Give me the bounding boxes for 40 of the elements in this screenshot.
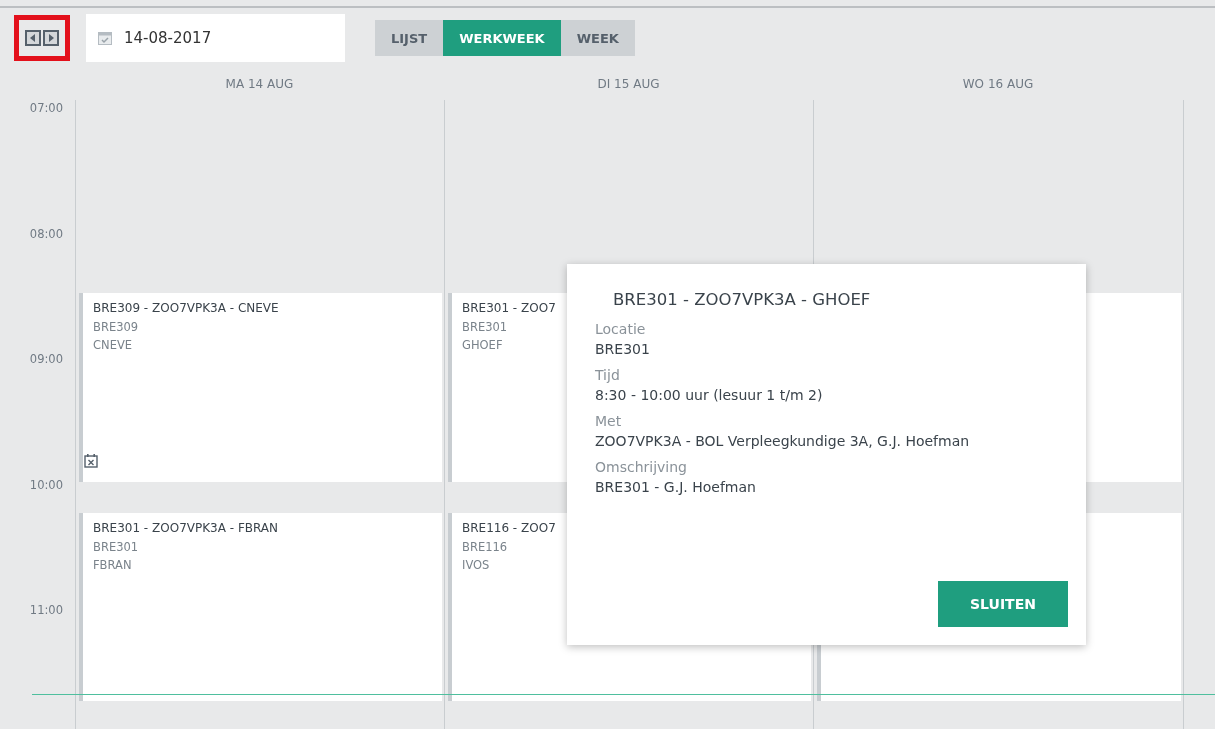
field-label: Omschrijving xyxy=(595,459,688,475)
field-value: 8:30 - 10:00 uur (lesuur 1 t/m 2) xyxy=(595,387,824,403)
day-header: DI 15 AUG xyxy=(596,77,661,91)
date-value: 14-08-2017 xyxy=(124,29,212,47)
hour-label: 09:00 xyxy=(29,352,63,366)
previous-button[interactable] xyxy=(25,30,41,46)
calendar-icon xyxy=(98,31,112,45)
hour-label: 08:00 xyxy=(29,226,63,241)
hour-label: 11:00 xyxy=(29,603,63,617)
event-detail: BRE301 xyxy=(93,538,139,556)
event-detail: FBRAN xyxy=(93,556,132,574)
field-label: Locatie xyxy=(595,321,647,337)
event-title: BRE116 - ZOO7 xyxy=(462,520,557,535)
day-header: WO 16 AUG xyxy=(961,77,1035,91)
event-card[interactable]: BRE301 - ZOO7VPK3A - FBRAN BRE301 FBRAN xyxy=(79,512,442,702)
field-value: ZOO7VPK3A - BOL Verpleegkundige 3A, G.J. Hoefman xyxy=(595,433,971,449)
event-title: BRE301 - ZOO7VPK3A - FBRAN xyxy=(93,520,280,535)
triangle-icon xyxy=(29,34,37,42)
event-detail: BRE301 xyxy=(462,319,508,337)
next-button[interactable] xyxy=(43,30,59,46)
field-value: BRE301 - G.J. Hoefman xyxy=(595,479,757,495)
hour-label: 07:00 xyxy=(29,101,63,115)
field-value: BRE301 xyxy=(595,341,651,357)
field-label: Tijd xyxy=(595,367,621,383)
close-button[interactable]: SLUITEN xyxy=(938,581,1068,627)
hour-label: 10:00 xyxy=(29,477,63,492)
event-detail: CNEVE xyxy=(93,337,133,355)
view-tab[interactable]: WERKWEEK xyxy=(443,20,561,56)
field-label: Met xyxy=(595,413,623,429)
date-field[interactable]: 14-08-2017 xyxy=(86,14,345,62)
event-card[interactable]: BRE309 - ZOO7VPK3A - CNEVE BRE309 CNEVE xyxy=(79,293,442,482)
event-detail: BRE116 xyxy=(462,538,508,556)
event-title: BRE309 - ZOO7VPK3A - CNEVE xyxy=(93,301,280,316)
triangle-icon xyxy=(47,34,55,42)
event-detail: GHOEF xyxy=(462,337,503,355)
event-detail: BRE309 xyxy=(93,319,139,337)
event-title: BRE301 - ZOO7 xyxy=(462,301,557,316)
popup-title: BRE301 - ZOO7VPK3A - GHOEF xyxy=(613,290,872,309)
event-detail: IVOS xyxy=(462,556,490,574)
day-header: MA 14 AUG xyxy=(224,77,295,91)
